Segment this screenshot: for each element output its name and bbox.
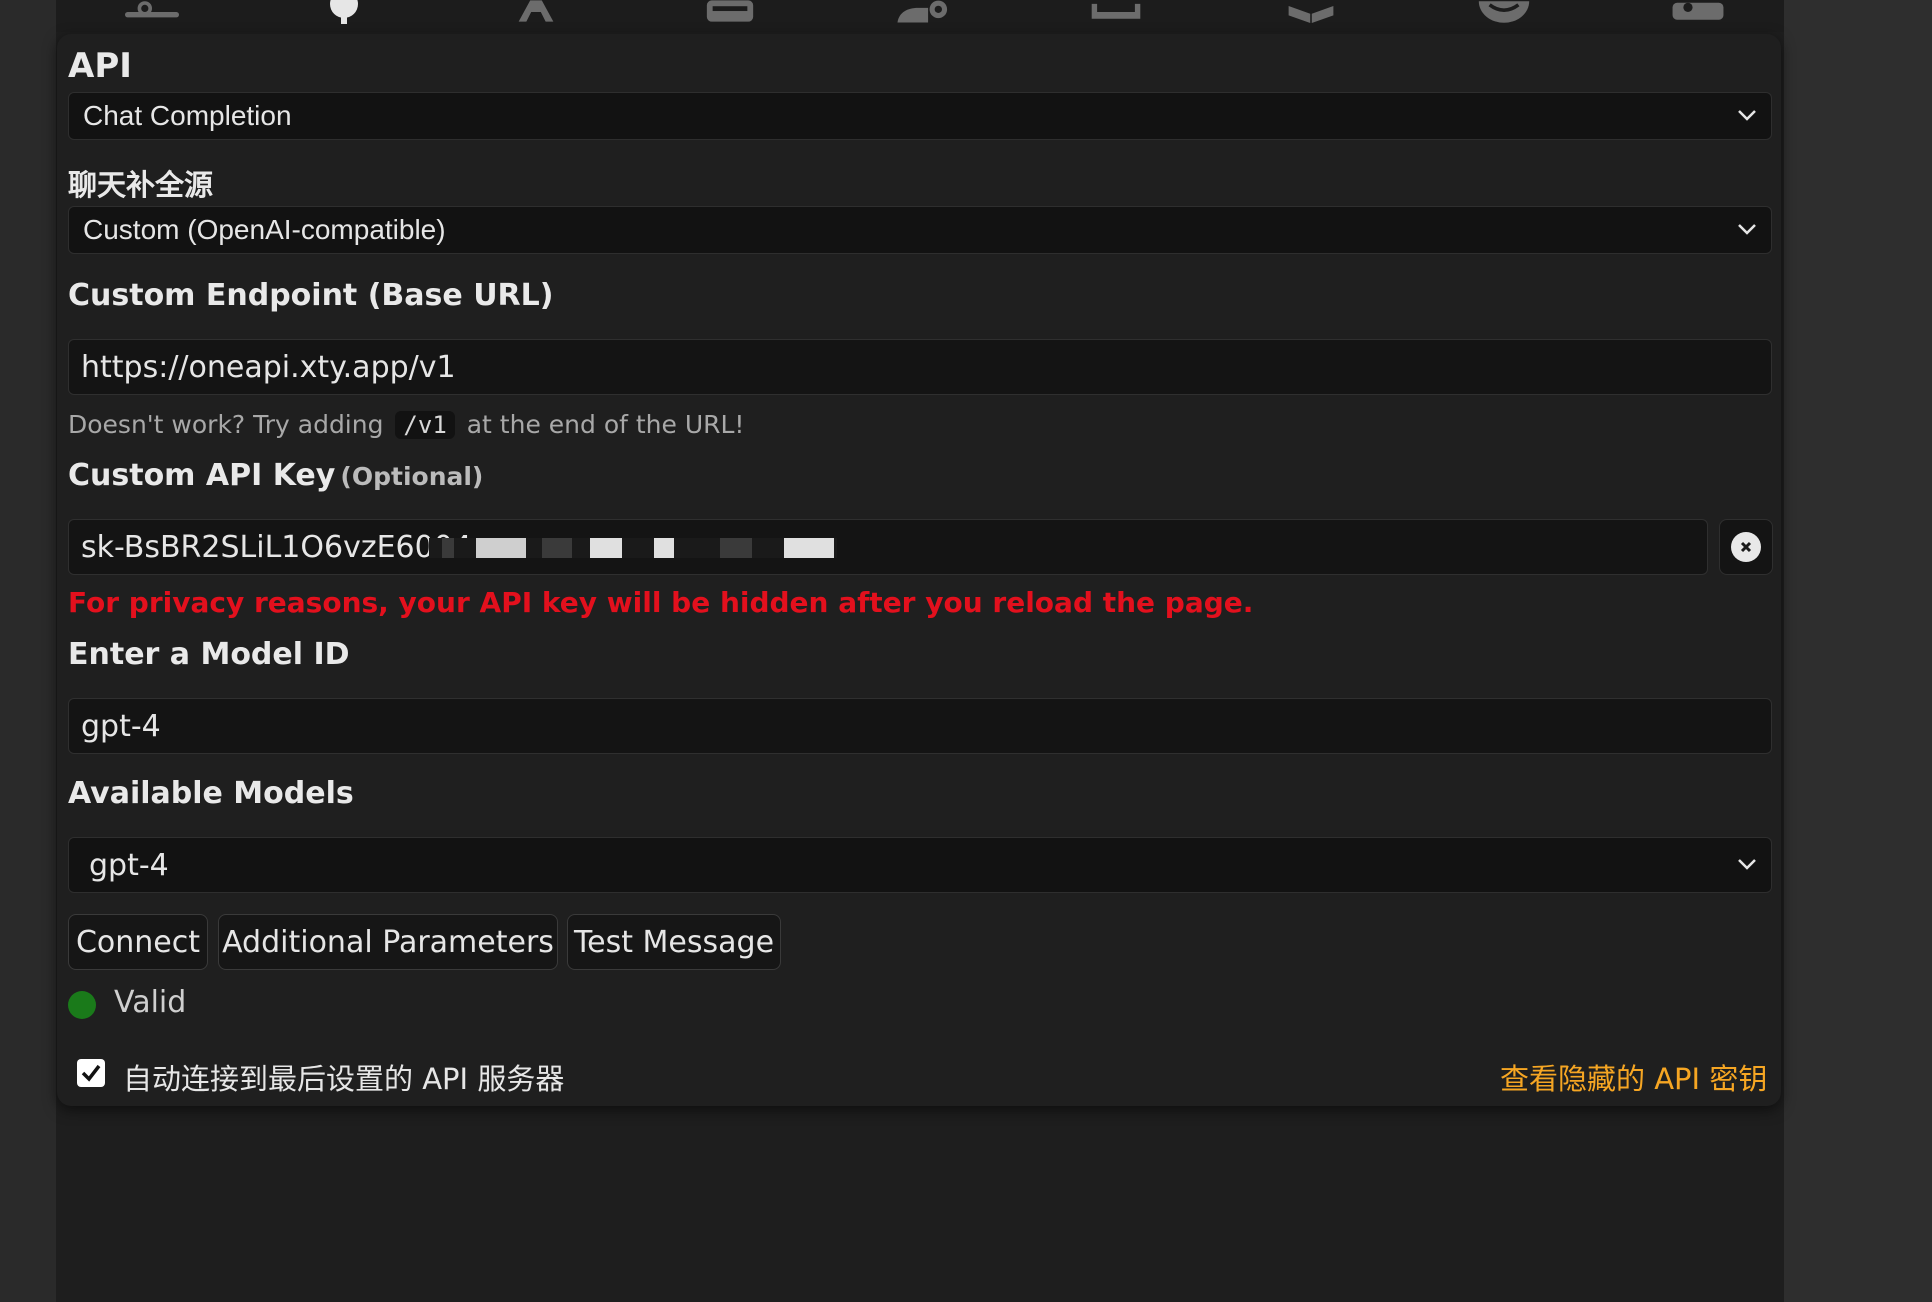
font-icon[interactable] (509, 0, 563, 24)
close-icon (1731, 532, 1761, 562)
api-type-value: Chat Completion (83, 100, 292, 131)
model-id-input[interactable]: gpt-4 (68, 698, 1772, 754)
model-id-label: Enter a Model ID (68, 637, 350, 672)
connect-button[interactable]: Connect (68, 914, 208, 970)
chevron-down-icon (1738, 859, 1756, 870)
api-heading: API (68, 46, 132, 86)
panel-icon[interactable] (1089, 0, 1143, 24)
additional-parameters-button[interactable]: Additional Parameters (218, 914, 558, 970)
redaction-block (476, 538, 526, 558)
autoconnect-label[interactable]: 自动连接到最后设置的 API 服务器 (123, 1056, 564, 1098)
checkmark-icon (81, 1064, 101, 1082)
redaction-block (784, 538, 834, 558)
custom-api-key-label-row: Custom API Key (Optional) (68, 458, 483, 493)
chat-completion-source-value: Custom (OpenAI-compatible) (83, 214, 446, 245)
redaction-block (542, 538, 572, 558)
redaction-block (590, 538, 622, 558)
redaction-block (720, 538, 752, 558)
available-models-value: gpt-4 (89, 847, 169, 883)
model-id-value: gpt-4 (81, 708, 161, 744)
top-nav-bar (56, 0, 1784, 32)
available-models-label: Available Models (68, 776, 354, 811)
background-strip (1784, 0, 1932, 1302)
status-text: Valid (114, 985, 187, 1020)
custom-endpoint-value: https://oneapi.xty.app/v1 (81, 349, 456, 385)
id-card-icon[interactable] (1671, 0, 1725, 24)
redaction-block (654, 538, 674, 558)
test-message-button[interactable]: Test Message (567, 914, 781, 970)
chevron-down-icon (1738, 110, 1756, 121)
connection-settings-panel: API Chat Completion 聊天补全源 Custom (OpenAI… (57, 34, 1781, 1106)
clear-api-key-button[interactable] (1719, 519, 1773, 575)
custom-endpoint-label: Custom Endpoint (Base URL) (68, 278, 554, 313)
view-hidden-keys-link[interactable]: 查看隐藏的 API 密钥 (1500, 1056, 1767, 1098)
status-indicator (68, 991, 96, 1019)
custom-api-key-input[interactable]: sk-BsBR2SLiL1O6vzE6004 (68, 519, 1708, 575)
hint-suffix: at the end of the URL! (466, 410, 745, 439)
hint-code: /v1 (395, 411, 455, 439)
user-cog-icon[interactable] (896, 0, 950, 24)
optional-tag: (Optional) (340, 462, 484, 491)
chevron-down-icon (1738, 224, 1756, 235)
cubes-icon[interactable] (1284, 0, 1338, 24)
plug-icon[interactable] (317, 0, 371, 24)
custom-endpoint-input[interactable]: https://oneapi.xty.app/v1 (68, 339, 1772, 395)
sliders-icon[interactable] (125, 0, 179, 24)
chat-completion-source-select[interactable]: Custom (OpenAI-compatible) (68, 206, 1772, 254)
book-icon[interactable] (703, 0, 757, 24)
privacy-warning: For privacy reasons, your API key will b… (68, 586, 1254, 619)
smile-icon[interactable] (1477, 0, 1531, 24)
hint-prefix: Doesn't work? Try adding (68, 410, 384, 439)
chat-completion-source-label: 聊天补全源 (68, 168, 214, 202)
custom-api-key-label: Custom API Key (68, 458, 336, 493)
redaction-block (442, 538, 454, 558)
api-type-select[interactable]: Chat Completion (68, 92, 1772, 140)
api-key-value: sk-BsBR2SLiL1O6vzE6004 (81, 529, 472, 565)
endpoint-hint: Doesn't work? Try adding /v1 at the end … (68, 410, 744, 439)
available-models-select[interactable]: gpt-4 (68, 837, 1772, 893)
autoconnect-checkbox[interactable] (77, 1059, 105, 1087)
